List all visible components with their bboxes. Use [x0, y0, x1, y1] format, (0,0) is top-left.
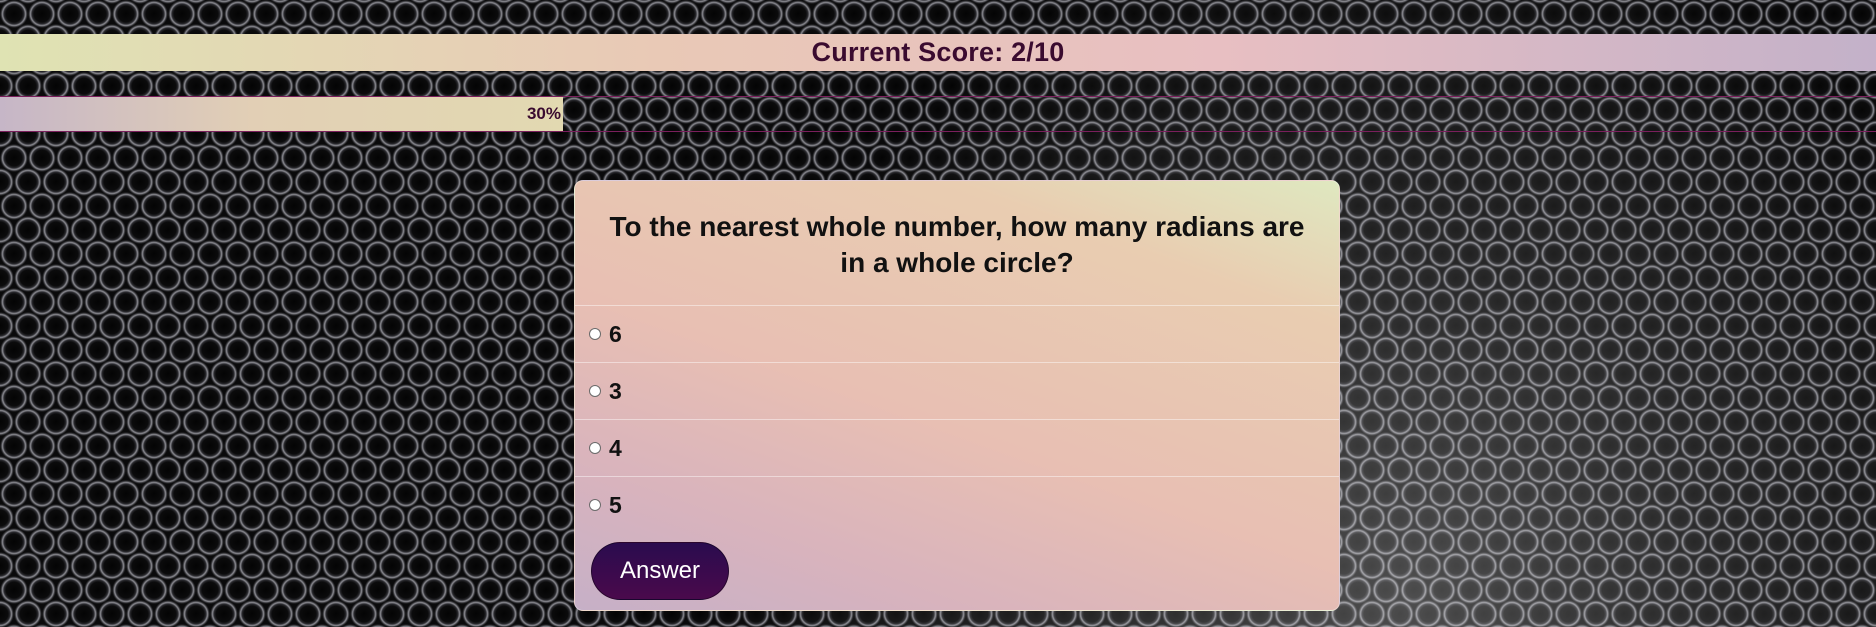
answer-option[interactable]: 6 — [575, 305, 1339, 362]
progress-bar: 30% — [0, 96, 1876, 132]
answer-option[interactable]: 4 — [575, 419, 1339, 476]
answer-option-label: 5 — [609, 491, 622, 518]
answer-option-label: 6 — [609, 320, 622, 347]
progress-percent: 30% — [526, 104, 561, 123]
radio-button[interactable] — [589, 385, 601, 397]
answer-options: 6 3 4 5 — [575, 305, 1339, 533]
score-banner: Current Score: 2/10 — [0, 34, 1876, 71]
question-text: To the nearest whole number, how many ra… — [609, 211, 1305, 278]
current-score: Current Score: 2/10 — [811, 37, 1065, 67]
answer-option-label: 3 — [609, 377, 622, 404]
answer-button[interactable]: Answer — [591, 542, 729, 600]
quiz-card: To the nearest whole number, how many ra… — [574, 180, 1340, 611]
answer-option-label: 4 — [609, 434, 622, 461]
radio-button[interactable] — [589, 328, 601, 340]
radio-button[interactable] — [589, 442, 601, 454]
radio-button[interactable] — [589, 499, 601, 511]
answer-option[interactable]: 5 — [575, 476, 1339, 533]
progress-fill: 30% — [0, 97, 563, 131]
answer-option[interactable]: 3 — [575, 362, 1339, 419]
